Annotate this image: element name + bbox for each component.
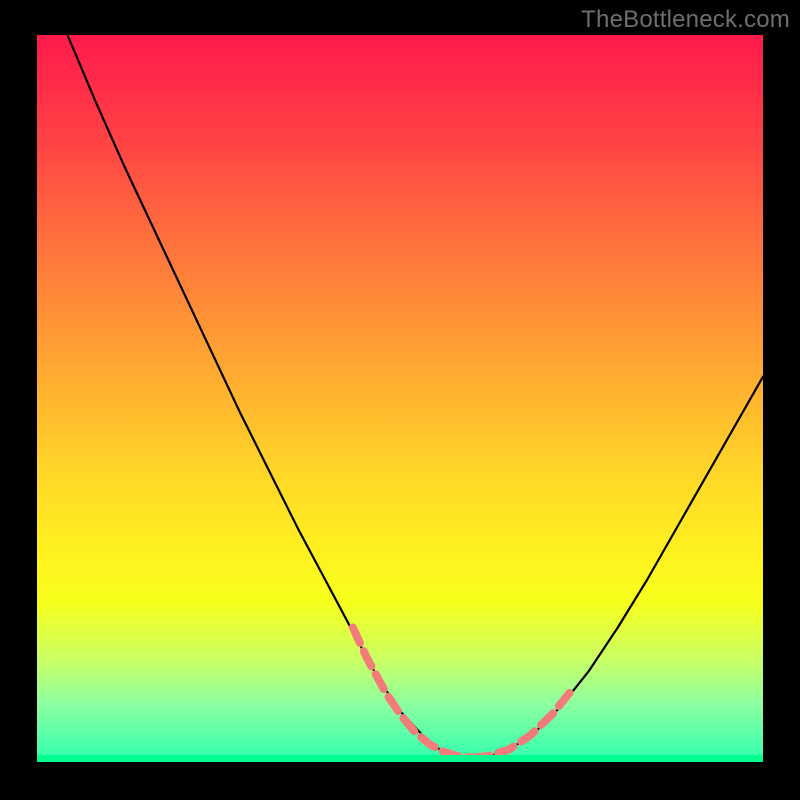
watermark-text: TheBottleneck.com — [581, 6, 790, 34]
bottleneck-curve — [67, 35, 763, 758]
plot-area — [37, 35, 763, 762]
optimal-band-left — [353, 628, 473, 758]
zero-bottleneck-band — [37, 755, 763, 762]
optimal-band-right — [473, 687, 575, 758]
chart-frame: TheBottleneck.com — [0, 0, 800, 800]
chart-svg — [37, 35, 763, 762]
